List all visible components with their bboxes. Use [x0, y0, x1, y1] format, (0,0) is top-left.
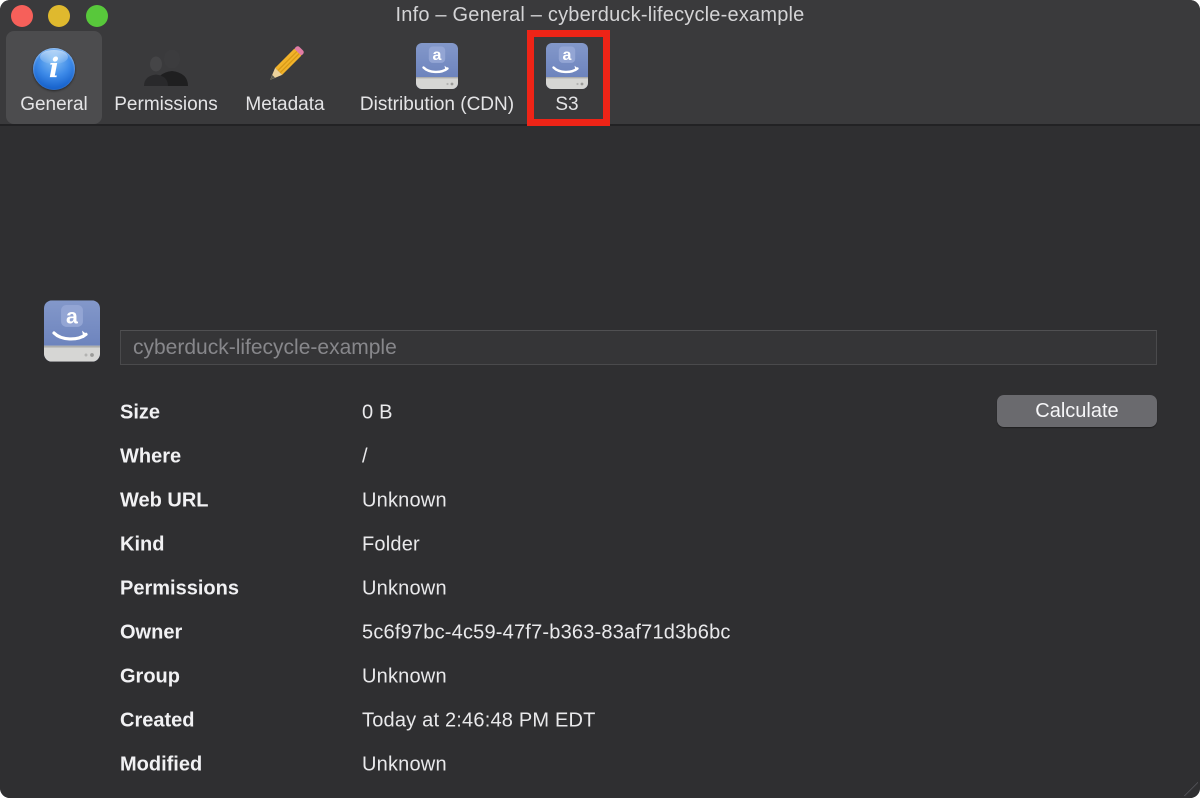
row-label: Permissions — [120, 578, 239, 601]
window-header: Info – General – cyberduck-lifecycle-exa… — [0, 0, 1200, 126]
info-icon: i — [33, 48, 75, 90]
info-rows: Size 0 B Where / Web URL Unknown Kind Fo… — [0, 391, 1200, 798]
row-value: / — [362, 446, 368, 469]
row-value: Unknown — [362, 666, 447, 689]
people-icon — [142, 46, 190, 90]
row-label: Group — [120, 666, 180, 689]
row-label: Where — [120, 446, 181, 469]
tab-label: General — [20, 94, 88, 116]
row-value: Unknown — [362, 490, 447, 513]
calculate-button[interactable]: Calculate — [997, 395, 1157, 427]
tab-s3[interactable]: a S3 — [536, 31, 598, 124]
info-row-owner: Owner 5c6f97bc-4c59-47f7-b363-83af71d3b6… — [0, 611, 1200, 655]
row-label: Size — [120, 402, 160, 425]
tab-metadata[interactable]: Metadata — [229, 31, 341, 124]
resize-grip[interactable] — [1184, 782, 1198, 796]
tab-label: Permissions — [114, 94, 217, 116]
info-row-permissions: Permissions Unknown — [0, 567, 1200, 611]
tab-label: Distribution (CDN) — [360, 94, 514, 116]
svg-text:a: a — [433, 47, 442, 64]
row-label: Modified — [120, 754, 202, 777]
filename-input[interactable] — [120, 330, 1157, 365]
info-window: Info – General – cyberduck-lifecycle-exa… — [0, 0, 1200, 798]
info-row-checksum: Checksum Unknown — [0, 787, 1200, 798]
info-row-created: Created Today at 2:46:48 PM EDT — [0, 699, 1200, 743]
svg-text:a: a — [563, 47, 572, 64]
info-row-group: Group Unknown — [0, 655, 1200, 699]
row-label: Owner — [120, 622, 182, 645]
tab-permissions[interactable]: Permissions — [105, 31, 227, 124]
info-row-web-url: Web URL Unknown — [0, 479, 1200, 523]
row-label: Web URL — [120, 490, 209, 513]
amazon-drive-icon: a — [545, 42, 589, 90]
tab-label: S3 — [555, 94, 578, 116]
row-value: Today at 2:46:48 PM EDT — [362, 710, 596, 733]
row-value: Unknown — [362, 754, 447, 777]
row-value: 0 B — [362, 402, 393, 425]
tab-distribution-cdn[interactable]: a Distribution (CDN) — [341, 31, 533, 124]
pencil-icon — [261, 40, 309, 90]
amazon-drive-icon: a — [40, 299, 104, 363]
svg-text:a: a — [66, 304, 78, 328]
info-row-kind: Kind Folder — [0, 523, 1200, 567]
info-row-where: Where / — [0, 435, 1200, 479]
row-value: Unknown — [362, 578, 447, 601]
general-pane: a Size 0 B Where / Web URL Unknown Kind … — [0, 128, 1200, 798]
tab-label: Metadata — [245, 94, 324, 116]
info-row-modified: Modified Unknown — [0, 743, 1200, 787]
row-value: Folder — [362, 534, 420, 557]
amazon-drive-icon: a — [415, 42, 459, 90]
row-value: 5c6f97bc-4c59-47f7-b363-83af71d3b6bc — [362, 622, 731, 645]
window-title: Info – General – cyberduck-lifecycle-exa… — [0, 4, 1200, 27]
row-label: Created — [120, 710, 194, 733]
row-label: Kind — [120, 534, 164, 557]
tab-general[interactable]: i General — [6, 31, 102, 124]
